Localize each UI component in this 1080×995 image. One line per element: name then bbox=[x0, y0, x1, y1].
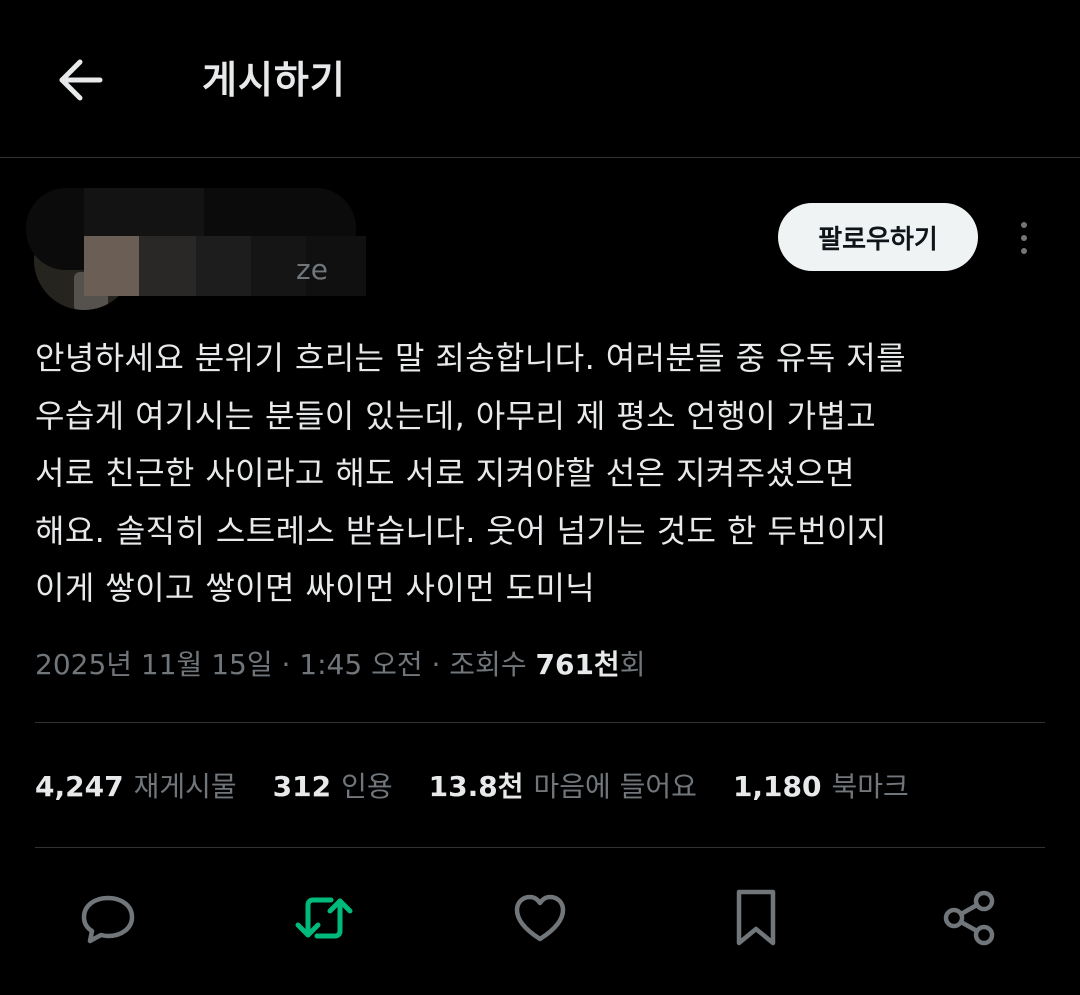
share-button[interactable] bbox=[936, 884, 1004, 952]
view-count[interactable]: 761천 bbox=[535, 648, 619, 681]
quotes-count: 312 bbox=[272, 770, 332, 803]
back-button[interactable] bbox=[50, 50, 110, 110]
bookmarks-stat[interactable]: 1,180 북마크 bbox=[733, 765, 909, 809]
reposts-stat[interactable]: 4,247 재게시물 bbox=[35, 765, 237, 809]
divider bbox=[35, 847, 1045, 848]
share-icon bbox=[943, 890, 995, 946]
post-text-line: 서로 친근한 사이라고 해도 서로 지켜야할 선은 지켜주셨으면 bbox=[35, 454, 856, 492]
post-text-line: 안녕하세요 분위기 흐리는 말 죄송합니다. 여러분들 중 유독 저를 bbox=[35, 339, 906, 377]
divider bbox=[35, 722, 1045, 723]
heart-icon bbox=[514, 894, 566, 942]
quotes-label: 인용 bbox=[341, 770, 393, 803]
likes-stat[interactable]: 13.8천 마음에 들어요 bbox=[429, 765, 697, 809]
bookmark-button[interactable] bbox=[722, 884, 790, 952]
likes-label: 마음에 들어요 bbox=[533, 770, 697, 803]
page-title: 게시하기 bbox=[202, 58, 346, 102]
bookmarks-count: 1,180 bbox=[732, 770, 822, 803]
repost-button[interactable] bbox=[290, 884, 358, 952]
post-timestamp[interactable]: 2025년 11월 15일 · 1:45 오전 · 조회수 bbox=[35, 648, 535, 681]
engagement-stats: 4,247 재게시물 312 인용 13.8천 마음에 들어요 1,180 북마… bbox=[35, 765, 945, 809]
bookmarks-label: 북마크 bbox=[831, 770, 909, 803]
more-vertical-icon bbox=[1021, 222, 1027, 228]
top-app-bar: 게시하기 bbox=[0, 0, 1080, 158]
post-text-line: 우습게 여기시는 분들이 있는데, 아무리 제 평소 언행이 가볍고 bbox=[35, 396, 877, 435]
like-button[interactable] bbox=[506, 884, 574, 952]
arrow-left-icon bbox=[59, 59, 103, 101]
author-row: ze 팔로우하기 bbox=[0, 158, 1080, 318]
speech-bubble-icon bbox=[81, 895, 135, 944]
view-count-suffix: 회 bbox=[619, 648, 646, 681]
author-handle[interactable]: ze bbox=[296, 252, 328, 288]
post-meta: 2025년 11월 15일 · 1:45 오전 · 조회수 761천회 bbox=[35, 643, 645, 687]
post-text-line: 해요. 솔직히 스트레스 받습니다. 웃어 넘기는 것도 한 두번이지 bbox=[35, 511, 887, 550]
action-bar bbox=[0, 870, 1080, 966]
reply-button[interactable] bbox=[74, 884, 142, 952]
post-text-line: 이게 쌓이고 쌓이면 싸이먼 사이먼 도미닉 bbox=[35, 569, 596, 607]
repost-icon bbox=[295, 897, 353, 939]
reposts-label: 재게시물 bbox=[133, 770, 237, 803]
likes-count: 13.8천 bbox=[428, 770, 524, 803]
reposts-count: 4,247 bbox=[35, 770, 124, 803]
follow-button[interactable]: 팔로우하기 bbox=[778, 203, 978, 271]
bookmark-icon bbox=[736, 889, 776, 946]
more-options-button[interactable] bbox=[1004, 216, 1044, 260]
quotes-stat[interactable]: 312 인용 bbox=[273, 765, 393, 809]
post-text: 안녕하세요 분위기 흐리는 말 죄송합니다. 여러분들 중 유독 저를 우습게 … bbox=[35, 330, 1045, 618]
